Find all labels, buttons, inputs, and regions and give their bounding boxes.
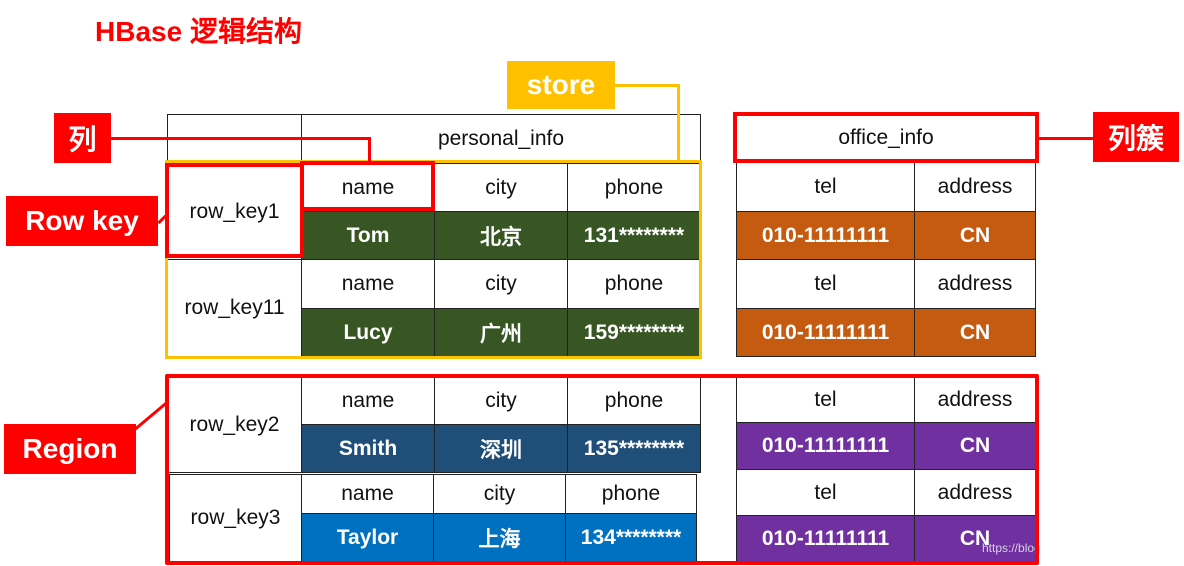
column-family-connector <box>1038 137 1096 140</box>
value-cell: CN <box>914 211 1036 260</box>
column-family-highlight <box>733 112 1039 163</box>
column-highlight <box>300 161 435 211</box>
region-label: Region <box>4 424 136 474</box>
value-cell: 010-11111111 <box>736 211 915 260</box>
value-cell: 010-11111111 <box>736 308 915 357</box>
column-family-label: 列簇 <box>1093 112 1179 162</box>
qualifier-cell: address <box>914 161 1036 212</box>
store-label: store <box>507 61 615 109</box>
row-key-label: Row key <box>6 196 158 246</box>
page-title: HBase 逻辑结构 <box>95 16 302 47</box>
column-connector <box>368 137 371 163</box>
qualifier-cell: address <box>914 259 1036 309</box>
store-connector <box>677 84 680 162</box>
value-cell: CN <box>914 308 1036 357</box>
qualifier-cell: tel <box>736 259 915 309</box>
region-highlight <box>165 374 1039 565</box>
column-label: 列 <box>54 113 111 163</box>
store-connector <box>614 84 680 87</box>
column-connector <box>110 137 371 140</box>
qualifier-cell: tel <box>736 161 915 212</box>
row-key-highlight <box>165 163 304 258</box>
